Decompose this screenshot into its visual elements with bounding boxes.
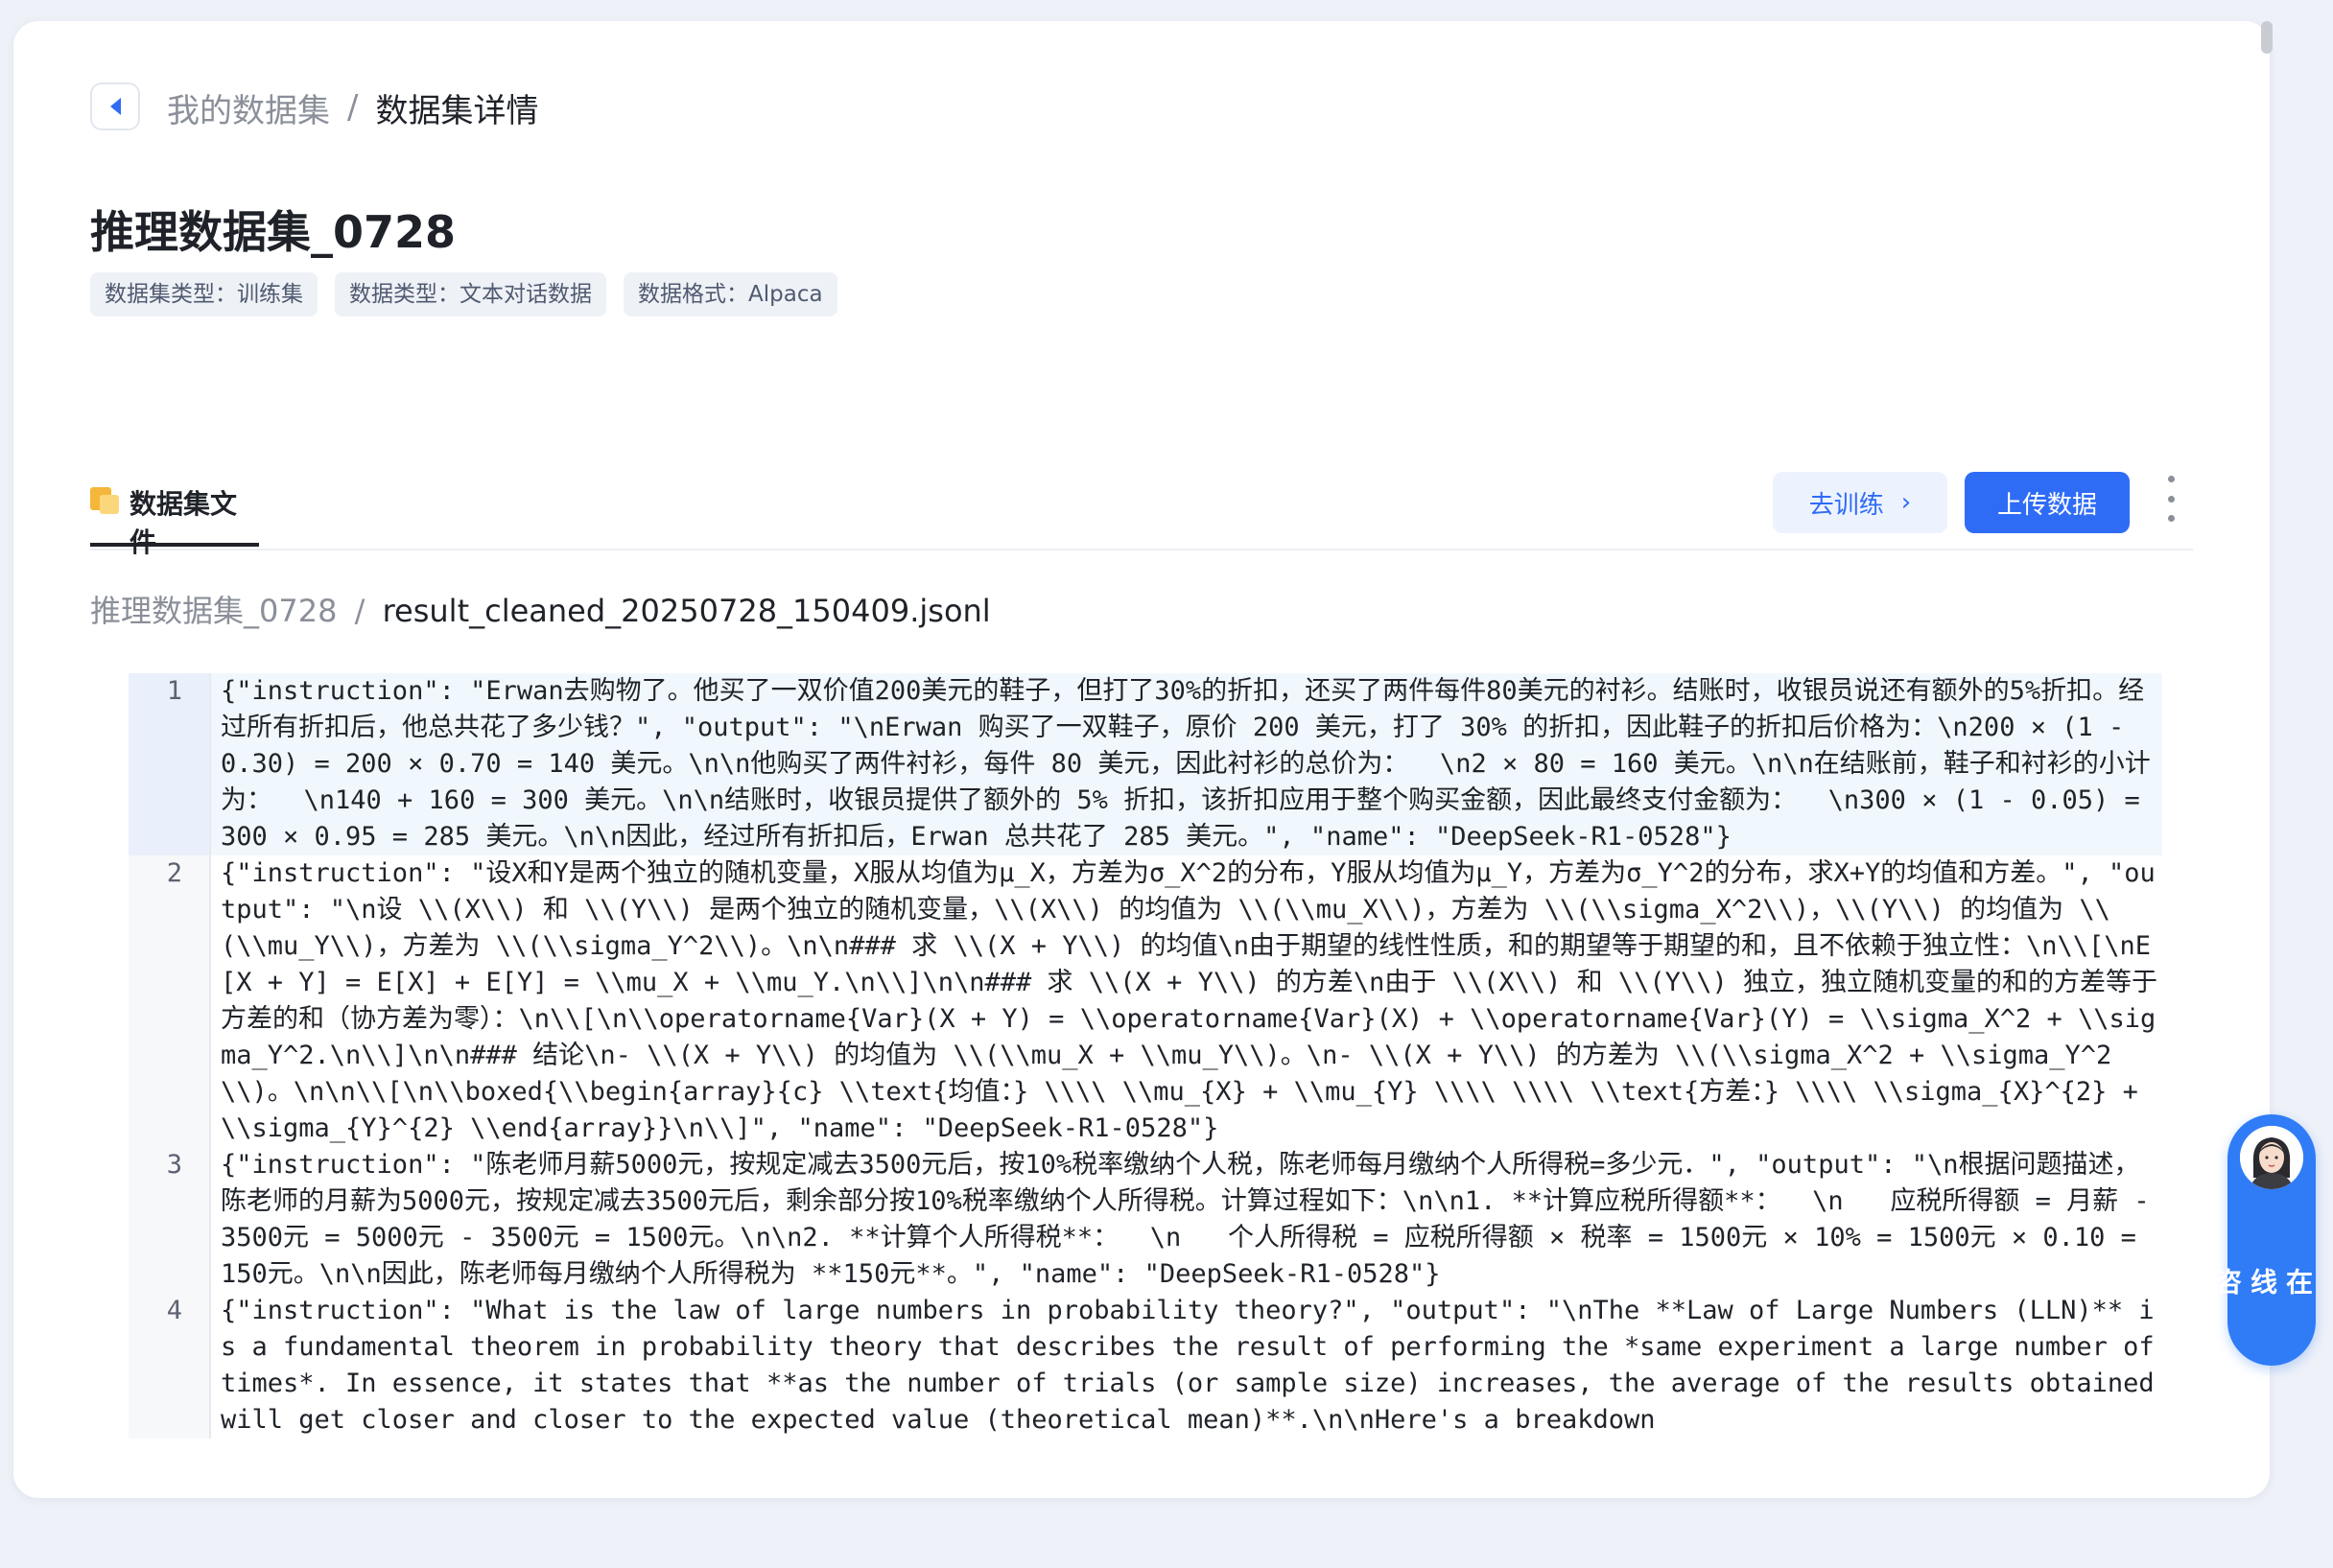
line-content: {"instruction": "What is the law of larg…: [221, 1296, 2155, 1435]
tab-label: 数据集文件: [129, 488, 237, 558]
file-path-dataset[interactable]: 推理数据集_0728: [90, 593, 337, 629]
code-line: 2 {"instruction": "设X和Y是两个独立的随机变量，X服从均值为…: [129, 855, 2162, 1147]
scrollbar-thumb[interactable]: [2261, 21, 2273, 54]
line-number: 4: [129, 1293, 211, 1439]
line-content: {"instruction": "Erwan去购物了。他买了一双价值200美元的…: [211, 673, 2162, 855]
consult-char: 线: [2247, 1268, 2278, 1295]
file-path-separator: /: [354, 593, 365, 629]
tab-dataset-files[interactable]: 数据集文件: [90, 472, 259, 558]
go-train-button[interactable]: 去训练 ›: [1773, 472, 1947, 533]
more-options-icon[interactable]: [2160, 476, 2181, 522]
line-content: {"instruction": "设X和Y是两个独立的随机变量，X服从均值为μ_…: [221, 858, 2157, 1143]
breadcrumb-current: 数据集详情: [375, 91, 539, 130]
online-consult-label: 在 线 咨 询: [2176, 1205, 2316, 1358]
back-arrow-icon: [109, 98, 121, 115]
line-number: 1: [129, 673, 211, 855]
line-content: {"instruction": "陈老师月薪5000元，按规定减去3500元后，…: [221, 1150, 2150, 1289]
file-path: 推理数据集_0728 / result_cleaned_20250728_150…: [90, 587, 991, 631]
chevron-right-icon: ›: [1900, 488, 1912, 517]
main-card: 我的数据集 / 数据集详情 推理数据集_0728 数据集类型：训练集 数据类型：…: [13, 21, 2270, 1498]
online-consult-widget[interactable]: 在 线 咨 询: [2176, 1114, 2316, 1366]
breadcrumb-my-datasets[interactable]: 我的数据集: [167, 84, 330, 131]
upload-data-button[interactable]: 上传数据: [1965, 472, 2130, 533]
folder-icon: [90, 487, 119, 514]
file-path-filename: result_cleaned_20250728_150409.jsonl: [382, 593, 991, 629]
code-line: 3 {"instruction": "陈老师月薪5000元，按规定减去3500元…: [129, 1147, 2162, 1293]
consult-char: 在: [2282, 1268, 2314, 1295]
dataset-tags: 数据集类型：训练集 数据类型：文本对话数据 数据格式：Alpaca: [90, 272, 837, 316]
code-viewer[interactable]: 1 {"instruction": "Erwan去购物了。他买了一双价值200美…: [129, 673, 2162, 1498]
code-line: 1 {"instruction": "Erwan去购物了。他买了一双价值200美…: [129, 673, 2162, 855]
line-number: 2: [129, 855, 211, 1147]
consult-char: 咨: [2211, 1268, 2243, 1295]
breadcrumb: 我的数据集 / 数据集详情: [167, 84, 539, 131]
code-line: 4 {"instruction": "What is the law of la…: [129, 1293, 2162, 1439]
page-title: 推理数据集_0728: [90, 206, 457, 258]
go-train-label: 去训练: [1808, 490, 1884, 520]
tag-data-type: 数据类型：文本对话数据: [335, 272, 606, 316]
line-number: 3: [129, 1147, 211, 1293]
tag-data-format: 数据格式：Alpaca: [624, 272, 837, 316]
back-button[interactable]: [90, 82, 140, 130]
consult-char: 询: [2176, 1268, 2207, 1295]
breadcrumb-separator: /: [347, 88, 359, 127]
tag-dataset-type: 数据集类型：训练集: [90, 272, 318, 316]
avatar: [2240, 1126, 2303, 1189]
